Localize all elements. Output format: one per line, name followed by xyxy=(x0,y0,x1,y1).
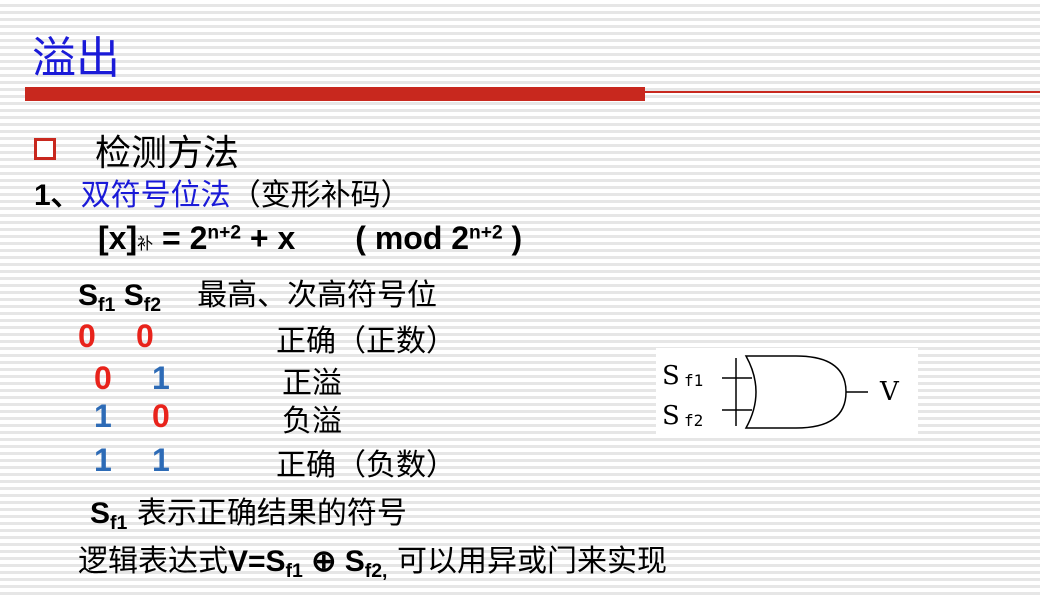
sign-bits-desc: 最高、次高符号位 xyxy=(197,278,438,313)
row3-bit-b: 0 xyxy=(152,398,170,434)
row3-meaning: 负溢 xyxy=(282,404,342,439)
formula-lhs-sub: 补 xyxy=(137,236,154,253)
sign-s1: S xyxy=(78,279,99,312)
row4-bit-a: 1 xyxy=(94,442,112,478)
logic-sub2: f2, xyxy=(364,559,388,582)
row3-bit-a: 1 xyxy=(94,398,112,434)
title-underline-bar xyxy=(25,87,645,101)
square-bullet-icon xyxy=(34,138,56,160)
gate-output-label: V xyxy=(879,377,900,407)
page-title: 溢出 xyxy=(32,33,120,84)
title-underline-line xyxy=(645,91,1040,93)
row2-bit-b: 1 xyxy=(152,360,170,396)
row2-bit-a: 0 xyxy=(94,360,112,396)
gate-input1-sub: f1 xyxy=(684,371,703,390)
note-s: S xyxy=(90,497,111,530)
method-line: 1、双符号位法（变形补码） xyxy=(34,170,411,214)
logic-xor: ⊕ S xyxy=(302,545,365,578)
method-number: 1、 xyxy=(34,179,81,212)
sign-sub-f1: f1 xyxy=(98,293,116,316)
formula-exp1: n+2 xyxy=(207,222,241,244)
logic-v: V=S xyxy=(228,545,286,578)
row1-bit-a: 0 xyxy=(78,318,96,354)
logic-sub1: f1 xyxy=(285,559,303,582)
gate-input2-sub: f2 xyxy=(684,411,703,430)
formula-eq: = 2 xyxy=(153,220,208,256)
method-paren: （变形补码） xyxy=(230,178,411,213)
row4-bit-b: 1 xyxy=(152,442,170,478)
xor-gate-diagram: S f1 S f2 V xyxy=(656,348,918,434)
note-text: 表示正确结果的符号 xyxy=(127,496,407,531)
row4-meaning: 正确（负数） xyxy=(276,448,456,483)
logic-line: 逻辑表达式V=Sf1 ⊕ Sf2, 可以用异或门来实现 xyxy=(78,536,667,583)
gate-body xyxy=(744,355,847,429)
sign-sub-f2: f2 xyxy=(143,293,162,316)
formula-exp2: n+2 xyxy=(469,222,503,244)
formula-mod-close: ) xyxy=(502,220,523,256)
gate-input1-label: S xyxy=(662,361,680,391)
logic-prefix: 逻辑表达式 xyxy=(78,544,228,579)
note-line: Sf1 表示正确结果的符号 xyxy=(90,488,407,535)
row1-meaning: 正确（正数） xyxy=(276,324,456,359)
formula-mod: ( mod 2 xyxy=(355,220,470,256)
gate-input2-label: S xyxy=(662,401,680,431)
formula-lhs: [x] xyxy=(98,220,138,256)
section-heading: 检测方法 xyxy=(95,133,240,174)
complement-formula: [x]补 = 2n+2 + x( mod 2n+2 ) xyxy=(98,220,522,257)
sign-s2: S xyxy=(123,279,144,312)
row1-bit-b: 0 xyxy=(136,318,154,354)
method-name: 双符号位法 xyxy=(80,178,231,213)
note-sub: f1 xyxy=(110,511,128,534)
logic-suffix: 可以用异或门来实现 xyxy=(387,544,668,579)
sign-bits-line: Sf1 Sf2 最高、次高符号位 xyxy=(78,270,437,317)
formula-plus: + x xyxy=(241,220,296,256)
